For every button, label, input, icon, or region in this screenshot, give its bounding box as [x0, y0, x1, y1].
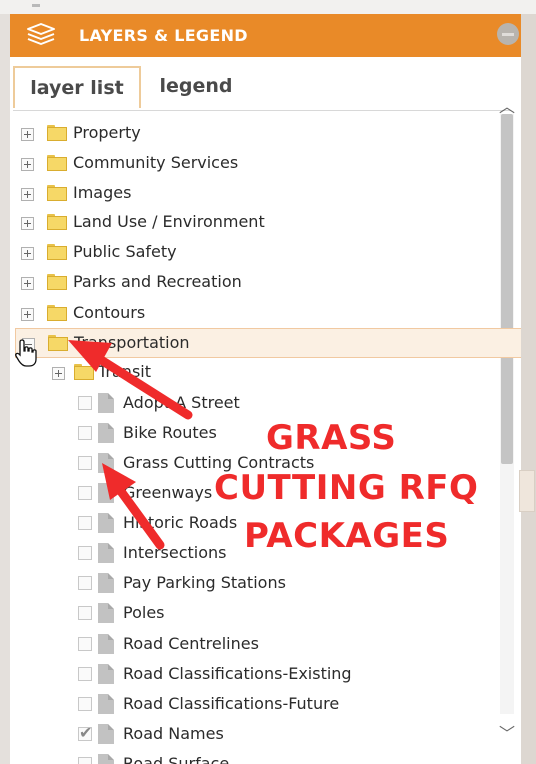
layer-icon: [98, 724, 114, 744]
layer-checkbox-checked[interactable]: [78, 723, 92, 742]
tree-group-label: Parks and Recreation: [73, 272, 242, 291]
expand-icon[interactable]: [21, 128, 34, 141]
layer-item[interactable]: Adopt A Street: [10, 389, 500, 419]
layer-checkbox[interactable]: [78, 667, 92, 681]
tree-group-property[interactable]: Property: [10, 119, 500, 149]
tree-group-images[interactable]: Images: [10, 179, 500, 209]
tree-subgroup-label: Transit: [98, 362, 151, 381]
annotation-line-1: GRASS: [266, 418, 397, 458]
layer-label: Historic Roads: [123, 513, 238, 532]
layer-item[interactable]: Road Names: [10, 720, 500, 750]
layer-label: Road Centrelines: [123, 634, 259, 653]
tree-group-parks[interactable]: Parks and Recreation: [10, 268, 500, 298]
layer-label: Intersections: [123, 543, 227, 562]
tree-group-public-safety[interactable]: Public Safety: [10, 238, 500, 268]
layer-icon: [98, 634, 114, 654]
layer-checkbox[interactable]: [78, 486, 92, 500]
tree-subgroup-transit[interactable]: Transit: [10, 358, 500, 388]
layer-icon: [98, 513, 114, 533]
minus-circle-icon[interactable]: [497, 23, 519, 45]
annotation-line-3: PACKAGES: [244, 516, 450, 556]
tree-group-label: Contours: [73, 303, 146, 322]
tree-group-land-use[interactable]: Land Use / Environment: [10, 208, 500, 238]
panel-resize-handle[interactable]: [519, 470, 535, 512]
folder-icon: [47, 125, 67, 141]
tree-group-label: Images: [73, 183, 132, 202]
layer-icon: [98, 694, 114, 714]
tree-group-label: Community Services: [73, 153, 239, 172]
open-folder-icon: [48, 335, 68, 351]
layer-icon: [98, 393, 114, 413]
expand-icon[interactable]: [52, 367, 65, 380]
layer-icon: [98, 423, 114, 443]
hand-cursor-icon: [15, 339, 37, 367]
expand-icon[interactable]: [21, 188, 34, 201]
layer-icon: [98, 664, 114, 684]
layer-icon: [98, 573, 114, 593]
folder-icon: [47, 185, 67, 201]
layer-checkbox[interactable]: [78, 757, 92, 764]
folder-icon: [47, 244, 67, 260]
panel-right-edge: [521, 14, 536, 764]
folder-icon: [47, 274, 67, 290]
layer-label: Road Classifications-Future: [123, 694, 340, 713]
top-strip: [0, 0, 536, 14]
layer-checkbox[interactable]: [78, 426, 92, 440]
expand-icon[interactable]: [21, 308, 34, 321]
scrollbar-thumb[interactable]: [501, 114, 513, 464]
expand-icon[interactable]: [21, 217, 34, 230]
expand-icon[interactable]: [21, 158, 34, 171]
tree-group-label: Land Use / Environment: [73, 212, 265, 231]
layer-checkbox[interactable]: [78, 546, 92, 560]
layer-label: Road Names: [123, 724, 224, 743]
tree-group-transportation[interactable]: Transportation: [15, 328, 521, 358]
layer-tree: Property Community Services Images Land …: [10, 14, 521, 764]
expand-icon[interactable]: [21, 247, 34, 260]
layer-label: Road Surface: [123, 754, 230, 764]
layer-checkbox[interactable]: [78, 396, 92, 410]
annotation-line-2: CUTTING RFQ: [214, 468, 479, 508]
layer-checkbox[interactable]: [78, 516, 92, 530]
expand-icon[interactable]: [21, 277, 34, 290]
layer-item[interactable]: Bike Routes: [10, 419, 500, 449]
layer-icon: [98, 483, 114, 503]
layer-checkbox[interactable]: [78, 697, 92, 711]
tree-group-label: Public Safety: [73, 242, 177, 261]
top-dash: [32, 4, 40, 7]
layer-checkbox[interactable]: [78, 576, 92, 590]
chevron-down-icon[interactable]: ﹀: [499, 720, 515, 744]
tree-group-label: Transportation: [74, 333, 190, 352]
folder-icon: [47, 214, 67, 230]
layer-item[interactable]: Road Classifications-Future: [10, 690, 500, 720]
layer-label: Adopt A Street: [123, 393, 240, 412]
layer-icon: [98, 603, 114, 623]
folder-icon: [47, 155, 67, 171]
layer-icon: [98, 754, 114, 764]
tree-group-community-services[interactable]: Community Services: [10, 149, 500, 179]
layer-item[interactable]: Pay Parking Stations: [10, 569, 500, 599]
tree-group-label: Property: [73, 123, 141, 142]
layer-label: Pay Parking Stations: [123, 573, 286, 592]
layer-label: Road Classifications-Existing: [123, 664, 352, 683]
layers-legend-panel: LAYERS & LEGEND layer list legend ︿ ﹀ Pr…: [10, 14, 521, 764]
layer-item[interactable]: Road Surface: [10, 750, 500, 764]
layer-icon: [98, 453, 114, 473]
tree-group-contours[interactable]: Contours: [10, 299, 500, 329]
layer-checkbox[interactable]: [78, 456, 92, 470]
layer-item[interactable]: Road Classifications-Existing: [10, 660, 500, 690]
layer-label: Bike Routes: [123, 423, 217, 442]
folder-icon: [74, 364, 94, 380]
layer-label: Poles: [123, 603, 165, 622]
folder-icon: [47, 305, 67, 321]
layer-label: Greenways: [123, 483, 213, 502]
chevron-up-icon[interactable]: ︿: [499, 93, 515, 117]
layer-icon: [98, 543, 114, 563]
layer-item[interactable]: Road Centrelines: [10, 630, 500, 660]
layer-item[interactable]: Poles: [10, 599, 500, 629]
layer-checkbox[interactable]: [78, 606, 92, 620]
layer-checkbox[interactable]: [78, 637, 92, 651]
